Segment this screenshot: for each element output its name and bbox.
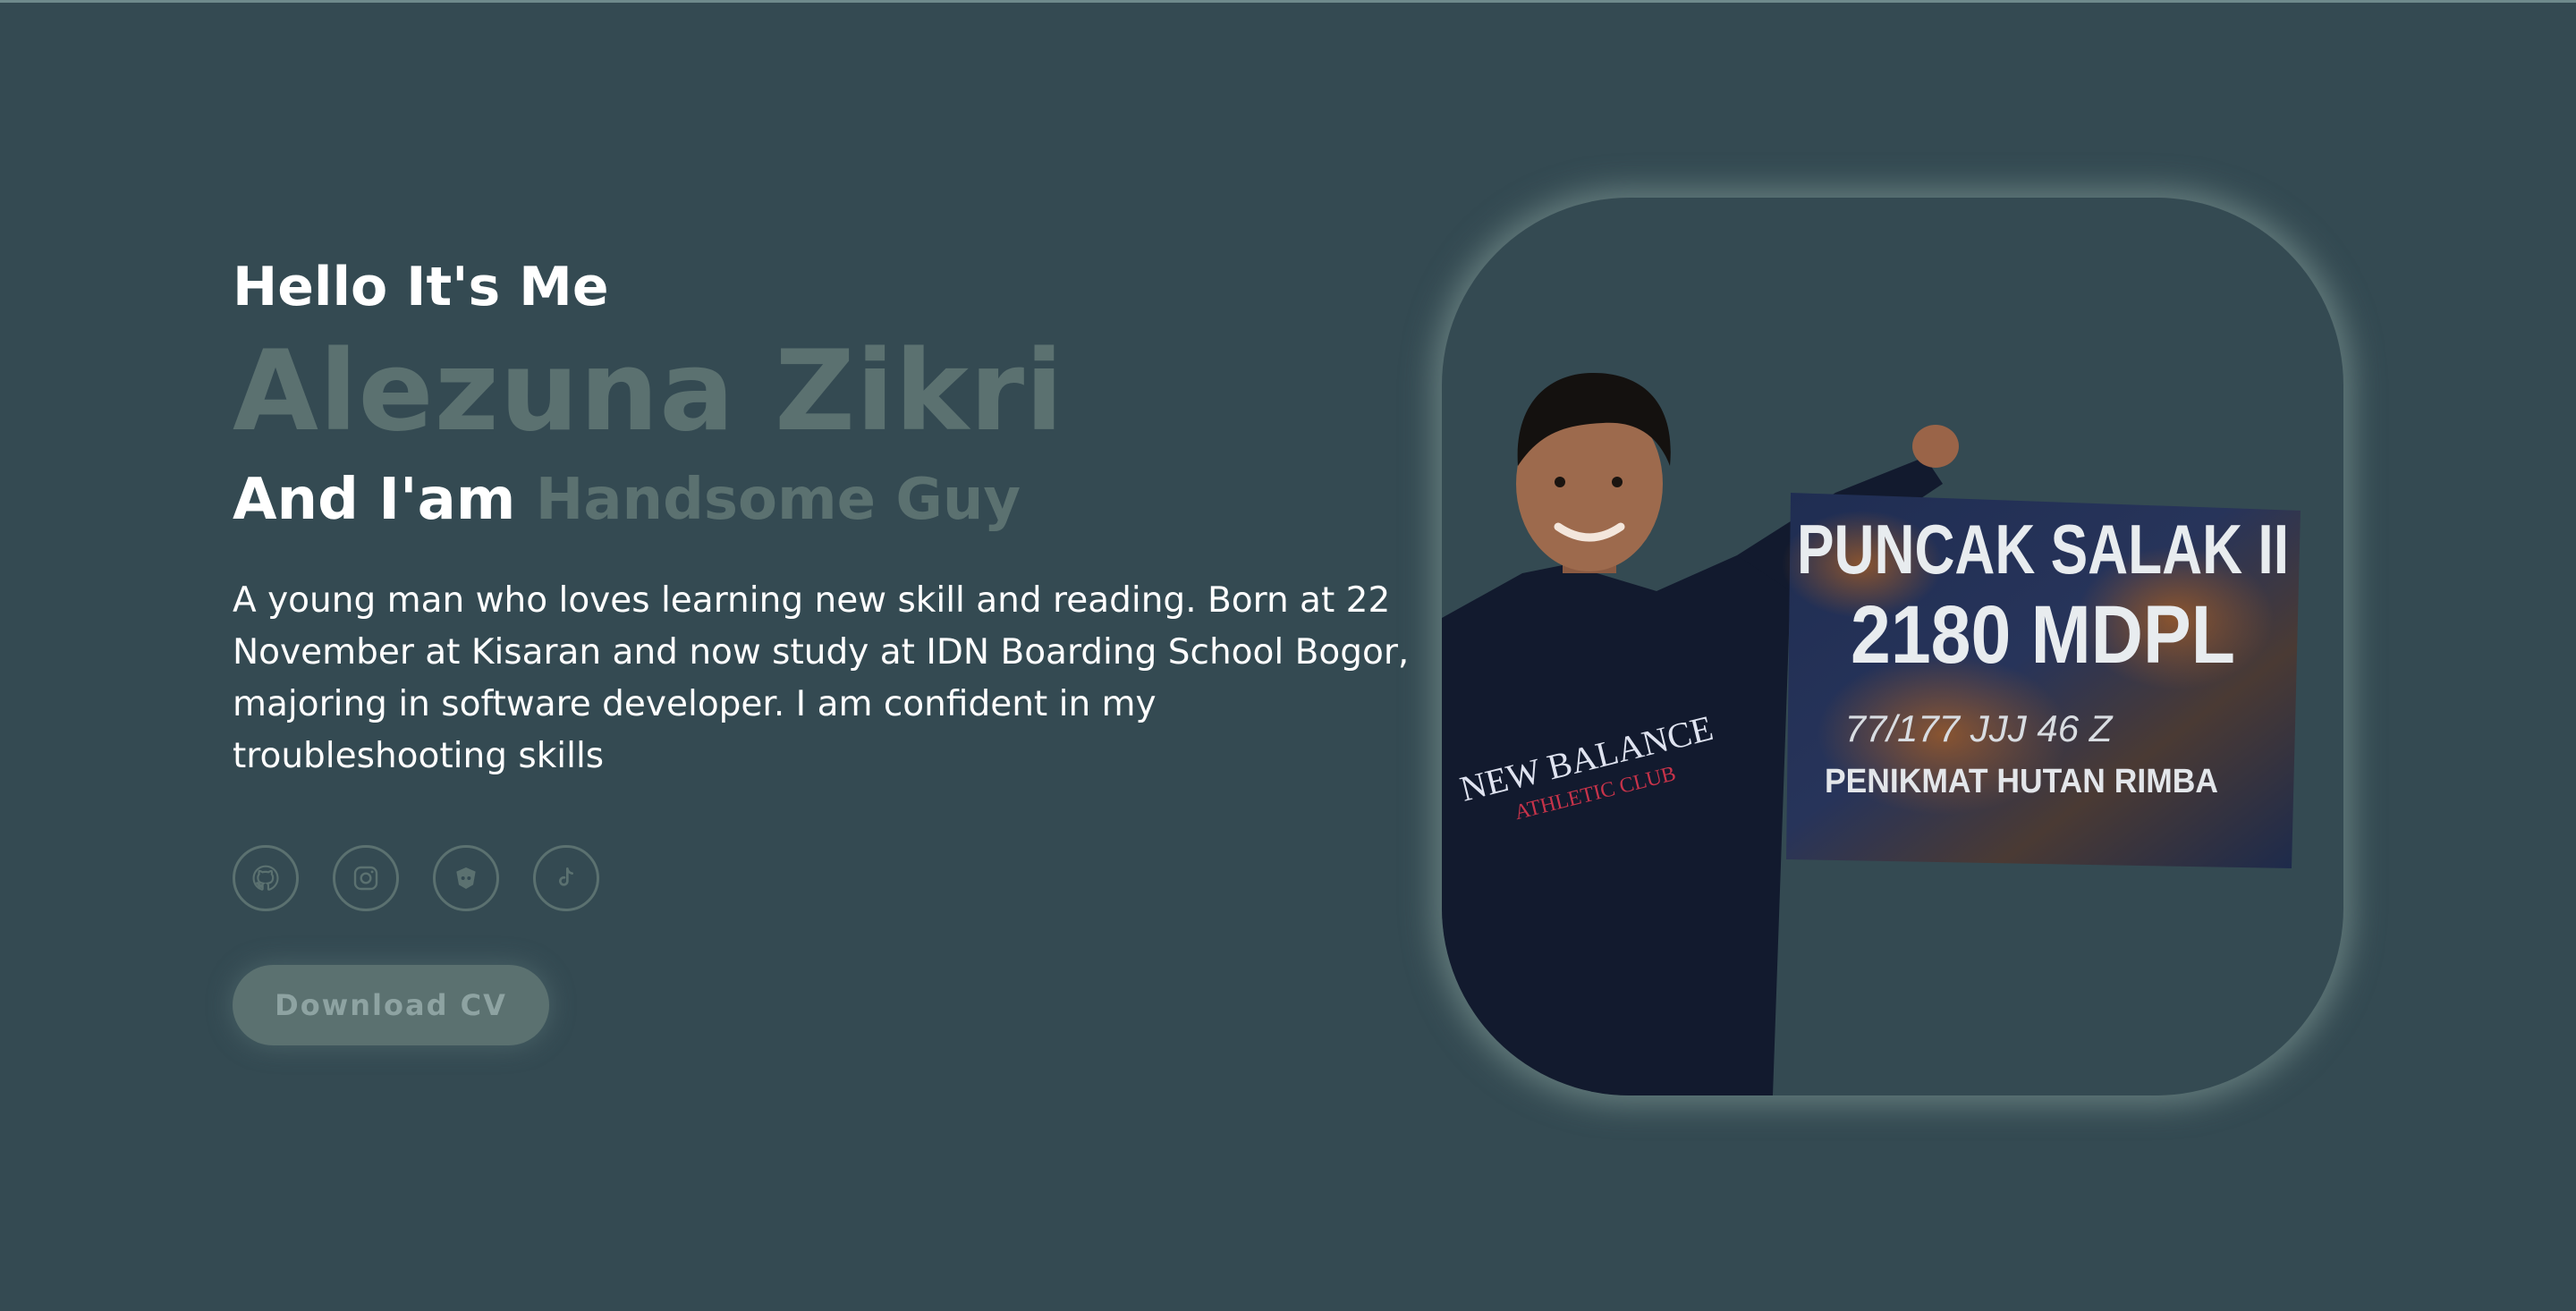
tagline-prefix: And I'am — [233, 467, 516, 533]
tagline-heading: And I'am Handsome Guy — [233, 462, 1431, 537]
page: Hello It's Me Alezuna Zikri And I'am Han… — [0, 0, 2576, 1311]
tagline-role: Handsome Guy — [535, 467, 1021, 533]
github-link[interactable] — [233, 845, 299, 911]
social-links — [233, 845, 1431, 911]
name-heading: Alezuna Zikri — [233, 327, 1064, 456]
hero-content: Hello It's Me Alezuna Zikri And I'am Han… — [233, 250, 1431, 1045]
download-cv-button[interactable]: Download CV — [233, 965, 549, 1045]
greeting-heading: Hello It's Me — [233, 256, 609, 318]
instagram-icon — [353, 866, 378, 891]
profile-photo: NEW BALANCE ATHLETIC CLUB PUNCAK SALAK I… — [1442, 198, 2343, 1095]
sign-text-line4: PENIKMAT HUTAN RIMBA — [1825, 763, 2218, 800]
sign-text-line1: PUNCAK SALAK II — [1797, 510, 2289, 588]
person-hand — [1912, 425, 1959, 468]
summit-sign: PUNCAK SALAK II 2180 MDPL 77/177 JJJ 46 … — [1782, 493, 2301, 868]
discord-icon — [456, 867, 476, 889]
person-torso — [1442, 555, 1791, 1095]
github-icon — [252, 865, 279, 891]
bio-paragraph: A young man who loves learning new skill… — [233, 580, 1410, 776]
sign-text-line3: 77/177 JJJ 46 Z — [1845, 707, 2114, 749]
discord-link[interactable] — [433, 845, 499, 911]
sign-text-line2: 2180 MDPL — [1851, 589, 2235, 681]
instagram-link[interactable] — [333, 845, 399, 911]
profile-photo-illustration: NEW BALANCE ATHLETIC CLUB PUNCAK SALAK I… — [1442, 372, 2301, 1095]
tiktok-icon — [559, 867, 573, 886]
tiktok-link[interactable] — [533, 845, 599, 911]
